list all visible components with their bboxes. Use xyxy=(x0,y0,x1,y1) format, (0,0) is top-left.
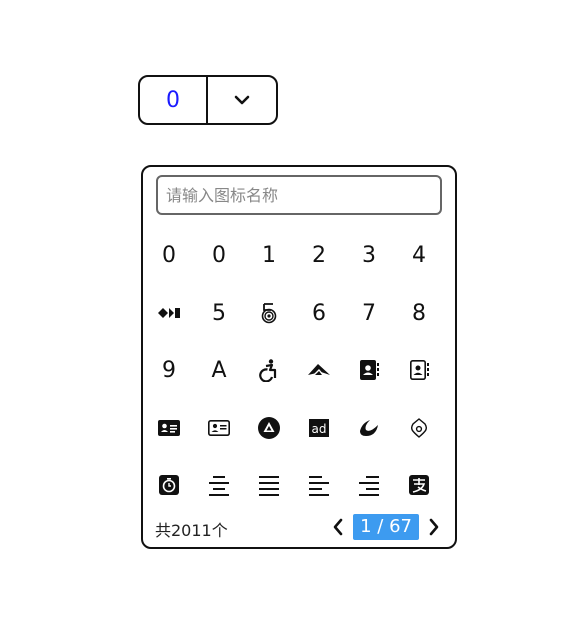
8-icon: 8 xyxy=(412,300,426,326)
icon-cell[interactable]: 0 xyxy=(144,227,194,284)
icon-cell[interactable] xyxy=(144,399,194,456)
icon-cell[interactable] xyxy=(244,457,294,514)
icon-cell[interactable]: 5 xyxy=(194,284,244,341)
dropdown-toggle[interactable] xyxy=(208,77,276,123)
3-icon: 3 xyxy=(362,243,376,269)
icon-cell[interactable] xyxy=(294,342,344,399)
icon-cell[interactable]: 1 xyxy=(244,227,294,284)
address-card-icon xyxy=(158,419,180,436)
icon-cell[interactable] xyxy=(394,342,444,399)
42-group-icon xyxy=(158,308,180,319)
address-card-outline-icon xyxy=(207,419,230,436)
icon-cell[interactable] xyxy=(244,399,294,456)
4-icon: 4 xyxy=(412,243,426,269)
align-justify-icon xyxy=(259,476,279,497)
align-left-icon xyxy=(309,476,329,497)
adn-icon xyxy=(258,416,280,439)
5-icon: 5 xyxy=(212,300,226,326)
accusoft-icon xyxy=(308,364,330,376)
7-icon: 7 xyxy=(362,300,376,326)
icon-cell[interactable]: 6 xyxy=(294,284,344,341)
1-icon: 1 xyxy=(262,243,276,269)
chevron-right-icon xyxy=(429,518,439,536)
icon-cell[interactable]: 0 xyxy=(194,227,244,284)
icon-cell[interactable]: 9 xyxy=(144,342,194,399)
icon-cell[interactable] xyxy=(394,399,444,456)
icon-cell[interactable]: A xyxy=(194,342,244,399)
a-icon: A xyxy=(211,357,227,383)
icon-cell[interactable] xyxy=(344,399,394,456)
address-book-icon xyxy=(360,360,379,381)
icon-cell[interactable] xyxy=(394,457,444,514)
next-page-button[interactable] xyxy=(423,515,445,539)
icon-cell[interactable] xyxy=(244,342,294,399)
alipay-icon xyxy=(409,475,429,496)
0-icon: 0 xyxy=(212,243,226,269)
icon-cell[interactable] xyxy=(294,457,344,514)
icon-search-input[interactable] xyxy=(156,175,442,215)
9-icon: 9 xyxy=(162,357,176,383)
page-indicator: 1 / 67 xyxy=(353,514,419,540)
selected-icon-value: 0 xyxy=(140,77,208,123)
icon-picker-panel: 0 0 1 2 3 4 5 6 7 8 9 A xyxy=(141,165,457,549)
icon-cell[interactable] xyxy=(144,284,194,341)
2-icon: 2 xyxy=(312,243,326,269)
icon-cell[interactable]: ad xyxy=(294,399,344,456)
icon-cell[interactable] xyxy=(194,399,244,456)
icon-cell[interactable]: 7 xyxy=(344,284,394,341)
align-center-icon xyxy=(209,476,229,497)
icon-cell[interactable]: 3 xyxy=(344,227,394,284)
icon-cell[interactable] xyxy=(144,457,194,514)
airbnb-icon xyxy=(410,417,428,438)
ad-icon: ad xyxy=(309,418,329,437)
icon-cell[interactable] xyxy=(344,342,394,399)
prev-page-button[interactable] xyxy=(327,515,349,539)
500px-icon xyxy=(261,303,277,324)
icon-cell[interactable]: 2 xyxy=(294,227,344,284)
align-right-icon xyxy=(359,476,379,497)
chevron-left-icon xyxy=(333,518,343,536)
alarm-clock-icon xyxy=(159,475,179,496)
icon-cell[interactable]: 8 xyxy=(394,284,444,341)
adversal-icon xyxy=(360,419,378,436)
icon-total-count: 共2011个 xyxy=(155,521,228,540)
icon-picker-trigger[interactable]: 0 xyxy=(138,75,278,125)
svg-text:ad: ad xyxy=(312,422,327,436)
icon-grid: 0 0 1 2 3 4 5 6 7 8 9 A ad xyxy=(143,227,456,514)
icon-cell[interactable]: 4 xyxy=(394,227,444,284)
0-icon: 0 xyxy=(162,243,176,269)
icon-cell[interactable] xyxy=(244,284,294,341)
accessible-icon xyxy=(259,359,277,383)
address-book-outline-icon xyxy=(409,360,429,381)
pagination: 1 / 67 xyxy=(327,514,445,540)
chevron-down-icon xyxy=(234,95,250,105)
icon-cell[interactable] xyxy=(194,457,244,514)
icon-cell[interactable] xyxy=(344,457,394,514)
6-icon: 6 xyxy=(312,300,326,326)
